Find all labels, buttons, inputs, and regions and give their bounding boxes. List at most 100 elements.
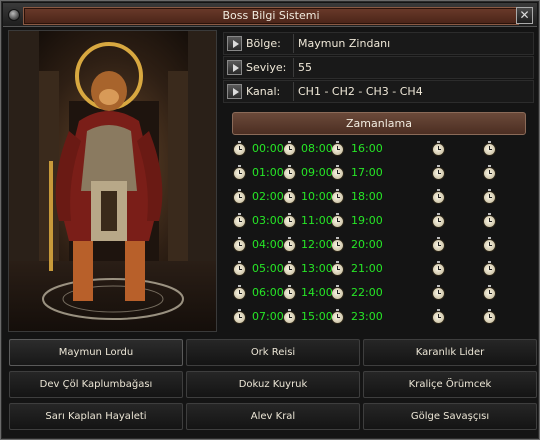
stopwatch-icon bbox=[283, 261, 296, 276]
boss-portrait-image bbox=[9, 31, 216, 331]
stopwatch-icon bbox=[483, 261, 496, 276]
stopwatch-icon bbox=[233, 309, 246, 324]
spawn-time: 13:00 bbox=[301, 262, 333, 275]
spawn-time: 20:00 bbox=[351, 238, 383, 251]
spawn-time: 01:00 bbox=[252, 166, 284, 179]
boss-button[interactable]: Maymun Lordu bbox=[9, 339, 183, 366]
spawn-time: 18:00 bbox=[351, 190, 383, 203]
info-value: CH1 - CH2 - CH3 - CH4 bbox=[298, 85, 423, 98]
stopwatch-icon bbox=[233, 261, 246, 276]
window-title: Boss Bilgi Sistemi bbox=[23, 7, 519, 25]
stopwatch-icon bbox=[483, 309, 496, 324]
boss-portrait bbox=[8, 30, 217, 332]
stopwatch-icon bbox=[331, 261, 344, 276]
stopwatch-icon bbox=[283, 141, 296, 156]
spawn-time: 05:00 bbox=[252, 262, 284, 275]
info-row-region: Bölge: Maymun Zindanı bbox=[223, 32, 534, 55]
stopwatch-icon bbox=[483, 141, 496, 156]
info-value: Maymun Zindanı bbox=[298, 37, 391, 50]
stopwatch-icon bbox=[432, 189, 445, 204]
close-button[interactable]: ✕ bbox=[516, 7, 533, 24]
stopwatch-icon bbox=[331, 213, 344, 228]
spawn-time: 11:00 bbox=[301, 214, 333, 227]
stopwatch-icon bbox=[432, 285, 445, 300]
stopwatch-icon bbox=[283, 285, 296, 300]
stopwatch-icon bbox=[233, 141, 246, 156]
spawn-time: 12:00 bbox=[301, 238, 333, 251]
stopwatch-icon bbox=[283, 309, 296, 324]
stopwatch-icon bbox=[483, 165, 496, 180]
stopwatch-icon bbox=[432, 141, 445, 156]
divider bbox=[293, 58, 294, 77]
boss-button[interactable]: Alev Kral bbox=[186, 403, 360, 430]
spawn-time: 07:00 bbox=[252, 310, 284, 323]
stopwatch-icon bbox=[432, 261, 445, 276]
stopwatch-icon bbox=[283, 213, 296, 228]
spawn-time: 04:00 bbox=[252, 238, 284, 251]
stopwatch-icon bbox=[331, 165, 344, 180]
stopwatch-icon bbox=[283, 237, 296, 252]
schedule-button[interactable]: Zamanlama bbox=[232, 112, 526, 135]
stopwatch-icon bbox=[483, 189, 496, 204]
info-key: Kanal: bbox=[246, 85, 281, 98]
info-key: Bölge: bbox=[246, 37, 281, 50]
spawn-time: 10:00 bbox=[301, 190, 333, 203]
stopwatch-icon bbox=[432, 309, 445, 324]
boss-button[interactable]: Kraliçe Örümcek bbox=[363, 371, 537, 398]
boss-button[interactable]: Ork Reisi bbox=[186, 339, 360, 366]
stopwatch-icon bbox=[483, 213, 496, 228]
stopwatch-icon bbox=[283, 189, 296, 204]
schedule-row: 05:00 13:00 21:00 bbox=[227, 257, 534, 281]
spawn-time: 16:00 bbox=[351, 142, 383, 155]
stopwatch-icon bbox=[432, 213, 445, 228]
schedule-row: 00:00 08:00 16:00 bbox=[227, 137, 534, 161]
stopwatch-icon bbox=[331, 189, 344, 204]
spawn-time: 08:00 bbox=[301, 142, 333, 155]
stopwatch-icon bbox=[233, 213, 246, 228]
stopwatch-icon bbox=[233, 285, 246, 300]
schedule-grid: 00:00 08:00 16:00 01:00 09:00 17:00 02:00 10:00… bbox=[227, 137, 534, 333]
info-value: 55 bbox=[298, 61, 312, 74]
spawn-time: 00:00 bbox=[252, 142, 284, 155]
stopwatch-icon bbox=[233, 189, 246, 204]
title-bar[interactable]: Boss Bilgi Sistemi ✕ bbox=[3, 3, 537, 27]
stopwatch-icon bbox=[331, 309, 344, 324]
boss-button[interactable]: Karanlık Lider bbox=[363, 339, 537, 366]
stopwatch-icon bbox=[483, 285, 496, 300]
spawn-time: 23:00 bbox=[351, 310, 383, 323]
stopwatch-icon bbox=[283, 165, 296, 180]
orb-icon bbox=[8, 9, 20, 21]
play-arrow-icon[interactable] bbox=[227, 84, 242, 99]
boss-button[interactable]: Dokuz Kuyruk bbox=[186, 371, 360, 398]
boss-button[interactable]: Sarı Kaplan Hayaleti bbox=[9, 403, 183, 430]
stopwatch-icon bbox=[432, 165, 445, 180]
info-row-channel: Kanal: CH1 - CH2 - CH3 - CH4 bbox=[223, 80, 534, 103]
stopwatch-icon bbox=[233, 165, 246, 180]
spawn-time: 15:00 bbox=[301, 310, 333, 323]
spawn-time: 22:00 bbox=[351, 286, 383, 299]
info-row-level: Seviye: 55 bbox=[223, 56, 534, 79]
spawn-time: 03:00 bbox=[252, 214, 284, 227]
play-arrow-icon[interactable] bbox=[227, 36, 242, 51]
divider bbox=[293, 34, 294, 53]
boss-button[interactable]: Dev Çöl Kaplumbağası bbox=[9, 371, 183, 398]
spawn-time: 19:00 bbox=[351, 214, 383, 227]
stopwatch-icon bbox=[483, 237, 496, 252]
boss-info-window: Boss Bilgi Sistemi ✕ Bölge: Maymun Zinda… bbox=[0, 0, 540, 440]
schedule-row: 04:00 12:00 20:00 bbox=[227, 233, 534, 257]
schedule-row: 07:00 15:00 23:00 bbox=[227, 305, 534, 329]
spawn-time: 21:00 bbox=[351, 262, 383, 275]
schedule-row: 03:00 11:00 19:00 bbox=[227, 209, 534, 233]
spawn-time: 09:00 bbox=[301, 166, 333, 179]
stopwatch-icon bbox=[331, 237, 344, 252]
play-arrow-icon[interactable] bbox=[227, 60, 242, 75]
stopwatch-icon bbox=[233, 237, 246, 252]
spawn-time: 06:00 bbox=[252, 286, 284, 299]
spawn-time: 14:00 bbox=[301, 286, 333, 299]
spawn-time: 17:00 bbox=[351, 166, 383, 179]
info-key: Seviye: bbox=[246, 61, 287, 74]
stopwatch-icon bbox=[331, 141, 344, 156]
boss-button[interactable]: Gölge Savaşçısı bbox=[363, 403, 537, 430]
stopwatch-icon bbox=[331, 285, 344, 300]
spawn-time: 02:00 bbox=[252, 190, 284, 203]
